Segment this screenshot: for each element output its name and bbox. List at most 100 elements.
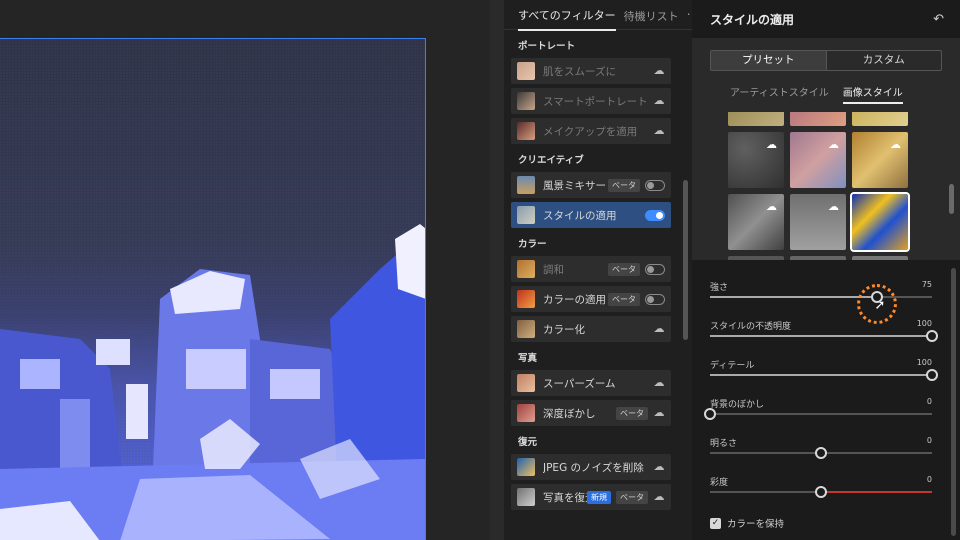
- slider-track[interactable]: [710, 447, 932, 459]
- filter-label: スマートポートレート: [543, 95, 648, 108]
- style-thumbnail[interactable]: ☁: [728, 194, 784, 250]
- filter-label: スーパーズーム: [543, 377, 616, 390]
- filter-toggle[interactable]: [645, 179, 665, 191]
- style-thumbnail[interactable]: ☁: [790, 132, 846, 188]
- slider-track[interactable]: [710, 369, 938, 381]
- filter-toggle[interactable]: [645, 293, 665, 305]
- style-thumbnail[interactable]: [790, 256, 846, 260]
- filter-toggle[interactable]: [645, 209, 665, 221]
- filter-label: 写真を復元: [543, 491, 587, 504]
- canvas-area[interactable]: [0, 0, 490, 540]
- filter-toggle[interactable]: [645, 263, 665, 275]
- style-thumbnail-grid: ☁ ☁ ☁ ☁ ☁: [728, 112, 914, 260]
- slider-value: 0: [926, 436, 932, 445]
- filter-label: スタイルの適用: [543, 209, 617, 222]
- tab-wait-list[interactable]: 待機リスト: [624, 8, 679, 30]
- style-thumbnail[interactable]: [728, 112, 784, 126]
- slider-value: 100: [916, 358, 932, 367]
- style-thumbnail[interactable]: ☁: [852, 132, 908, 188]
- slider-track[interactable]: [710, 486, 932, 498]
- preserve-color-checkbox[interactable]: ✓: [710, 517, 721, 529]
- cloud-download-icon[interactable]: ☁: [653, 65, 665, 76]
- reset-icon[interactable]: ↶: [933, 12, 944, 27]
- style-presets-area: プリセット カスタム アーティストスタイル 画像スタイル ☁ ☁ ☁ ☁ ☁: [692, 38, 960, 260]
- slider-style-opacity[interactable]: スタイルの不透明度 100: [710, 319, 938, 349]
- style-thumbnail[interactable]: ☁: [790, 194, 846, 250]
- filter-thumbnail: [517, 458, 535, 476]
- filter-apply-makeup[interactable]: メイクアップを適用 ☁: [511, 118, 671, 144]
- thumbnails-scrollbar[interactable]: [949, 184, 954, 214]
- filter-thumbnail: [517, 176, 535, 194]
- slider-label: 明るさ: [710, 439, 738, 449]
- tab-artist-styles[interactable]: アーティストスタイル: [730, 84, 829, 104]
- panel-divider[interactable]: [490, 0, 504, 540]
- filter-harmonization[interactable]: 調和 ベータ: [511, 256, 671, 282]
- filter-thumbnail: [517, 206, 535, 224]
- slider-background-blur[interactable]: 背景のぼかし 0: [704, 397, 932, 427]
- slider-label: スタイルの不透明度: [710, 322, 792, 332]
- slider-value: 0: [926, 475, 932, 484]
- slider-value: 0: [926, 397, 932, 406]
- filter-thumbnail: [517, 122, 535, 140]
- style-thumbnail[interactable]: [728, 256, 784, 260]
- cloud-download-icon[interactable]: ☁: [653, 377, 665, 388]
- slider-fill: [710, 296, 877, 298]
- tab-image-styles[interactable]: 画像スタイル: [842, 84, 903, 104]
- style-thumbnail[interactable]: [852, 112, 908, 126]
- slider-saturation[interactable]: 彩度 0: [710, 475, 932, 505]
- slider-knob[interactable]: [704, 408, 716, 420]
- slider-track[interactable]: [704, 408, 932, 420]
- beta-badge: ベータ: [616, 490, 648, 504]
- slider-label: ディテール: [710, 361, 755, 371]
- tab-all-filters[interactable]: すべてのフィルター: [518, 7, 616, 31]
- slider-knob[interactable]: [926, 330, 938, 342]
- segment-custom[interactable]: カスタム: [825, 51, 942, 70]
- style-sliders: 強さ 75 ➚ スタイルの不透明度 100 ディテール 100 背景のぼかし 0…: [692, 262, 960, 540]
- slider-brightness[interactable]: 明るさ 0: [710, 436, 932, 466]
- style-thumbnail-selected[interactable]: [850, 192, 910, 252]
- filter-smart-portrait[interactable]: スマートポートレート ☁: [511, 88, 671, 114]
- slider-knob[interactable]: [815, 486, 827, 498]
- preserve-color-option[interactable]: ✓ カラーを保持: [710, 516, 784, 530]
- filters-scrollbar[interactable]: [683, 180, 688, 340]
- slider-knob[interactable]: [926, 369, 938, 381]
- style-thumbnail[interactable]: [790, 112, 846, 126]
- filter-super-zoom[interactable]: スーパーズーム ☁: [511, 370, 671, 396]
- filter-style-transfer[interactable]: スタイルの適用: [511, 202, 671, 228]
- slider-track[interactable]: ➚: [710, 284, 932, 324]
- filter-photo-restoration[interactable]: 写真を復元 新規 ベータ ☁: [511, 484, 671, 510]
- style-thumbnail[interactable]: [852, 256, 908, 260]
- slider-label: 背景のぼかし: [710, 400, 765, 410]
- style-transfer-panel: スタイルの適用 ↶ プリセット カスタム アーティストスタイル 画像スタイル ☁…: [692, 0, 960, 540]
- style-thumbnail[interactable]: ☁: [728, 132, 784, 188]
- filter-depth-blur[interactable]: 深度ぼかし ベータ ☁: [511, 400, 671, 426]
- category-photo: 写真: [518, 353, 538, 364]
- cloud-download-icon[interactable]: ☁: [653, 407, 665, 418]
- cloud-download-icon[interactable]: ☁: [653, 125, 665, 136]
- filters-list[interactable]: ポートレート 肌をスムーズに ☁ スマートポートレート ☁ メイクアップを適用 …: [504, 30, 678, 540]
- slider-track[interactable]: [710, 330, 938, 342]
- slider-knob[interactable]: [815, 447, 827, 459]
- segment-preset[interactable]: プリセット: [711, 51, 826, 70]
- filter-jpeg-artifact-removal[interactable]: JPEG のノイズを削除 ☁: [511, 454, 671, 480]
- filter-smooth-skin[interactable]: 肌をスムーズに ☁: [511, 58, 671, 84]
- canvas-image[interactable]: [0, 38, 426, 540]
- cloud-download-icon[interactable]: ☁: [653, 95, 665, 106]
- filter-label: 肌をスムーズに: [543, 65, 616, 78]
- filter-label: カラー化: [543, 323, 585, 336]
- slider-detail[interactable]: ディテール 100: [710, 358, 938, 388]
- cloud-download-icon[interactable]: ☁: [653, 491, 665, 502]
- filter-landscape-mixer[interactable]: 風景ミキサー ベータ: [511, 172, 671, 198]
- filter-thumbnail: [517, 260, 535, 278]
- filter-color-transfer[interactable]: カラーの適用 ベータ: [511, 286, 671, 312]
- sliders-scrollbar[interactable]: [951, 268, 956, 536]
- filter-thumbnail: [517, 488, 535, 506]
- filter-label: メイクアップを適用: [543, 125, 638, 138]
- category-color: カラー: [518, 239, 547, 250]
- filter-colorize[interactable]: カラー化 ☁: [511, 316, 671, 342]
- slider-strength[interactable]: 強さ 75 ➚: [710, 280, 932, 324]
- slider-value: 100: [916, 319, 932, 328]
- cloud-download-icon: ☁: [890, 138, 901, 151]
- cloud-download-icon[interactable]: ☁: [653, 323, 665, 334]
- cloud-download-icon[interactable]: ☁: [653, 461, 665, 472]
